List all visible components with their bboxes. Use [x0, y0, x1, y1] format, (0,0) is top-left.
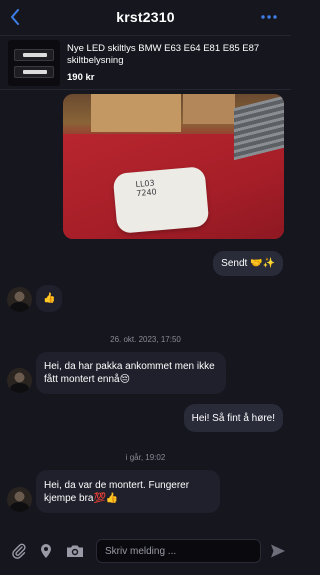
message-text: Hei! Så fint å høre! — [191, 412, 275, 424]
message-text: 👍 — [43, 293, 56, 304]
location-button[interactable] — [38, 542, 54, 560]
chat-header: krst2310 — [0, 0, 291, 34]
location-pin-icon — [41, 544, 51, 558]
message-bubble-incoming[interactable]: Hei, da var de montert. Fungerer kjempe … — [36, 470, 220, 513]
camera-icon — [67, 545, 83, 557]
camera-button[interactable] — [65, 542, 85, 560]
photo-message[interactable]: LL03 7240 — [63, 94, 284, 239]
message-input[interactable] — [96, 539, 261, 563]
more-options-button[interactable] — [257, 7, 281, 27]
conversation-title[interactable]: krst2310 — [116, 9, 174, 25]
listing-title: Nye LED skiltlys BMW E63 E64 E81 E85 E87… — [67, 42, 260, 66]
avatar[interactable] — [7, 487, 32, 512]
back-button[interactable] — [6, 6, 24, 28]
message-text: Hei, da var de montert. Fungerer kjempe … — [44, 480, 190, 504]
bag-label-line2: 7240 — [135, 187, 158, 199]
send-icon — [271, 544, 285, 558]
message-text: Hei, da har pakka ankommet men ikke fått… — [44, 361, 215, 385]
timestamp: i går, 19:02 — [125, 453, 166, 462]
message-bubble-outgoing[interactable]: Hei! Så fint å høre! — [183, 404, 283, 432]
listing-thumbnail — [8, 39, 60, 86]
attach-button[interactable] — [10, 542, 28, 560]
package-image: LL03 7240 — [112, 166, 210, 234]
listing-card[interactable]: Nye LED skiltlys BMW E63 E64 E81 E85 E87… — [0, 35, 291, 90]
message-bubble-incoming[interactable]: 👍 — [36, 285, 63, 312]
timestamp: 26. okt. 2023, 17:50 — [110, 335, 181, 344]
send-button[interactable] — [268, 541, 288, 561]
avatar[interactable] — [7, 287, 32, 312]
message-text: Sendt 🤝✨ — [221, 258, 275, 269]
paperclip-icon — [12, 543, 26, 559]
more-dots-icon — [261, 15, 277, 19]
message-bubble-outgoing[interactable]: Sendt 🤝✨ — [213, 251, 283, 276]
chevron-left-icon — [11, 9, 19, 25]
listing-price: 190 kr — [67, 71, 95, 83]
message-bubble-incoming[interactable]: Hei, da har pakka ankommet men ikke fått… — [36, 352, 226, 394]
avatar[interactable] — [7, 368, 32, 393]
